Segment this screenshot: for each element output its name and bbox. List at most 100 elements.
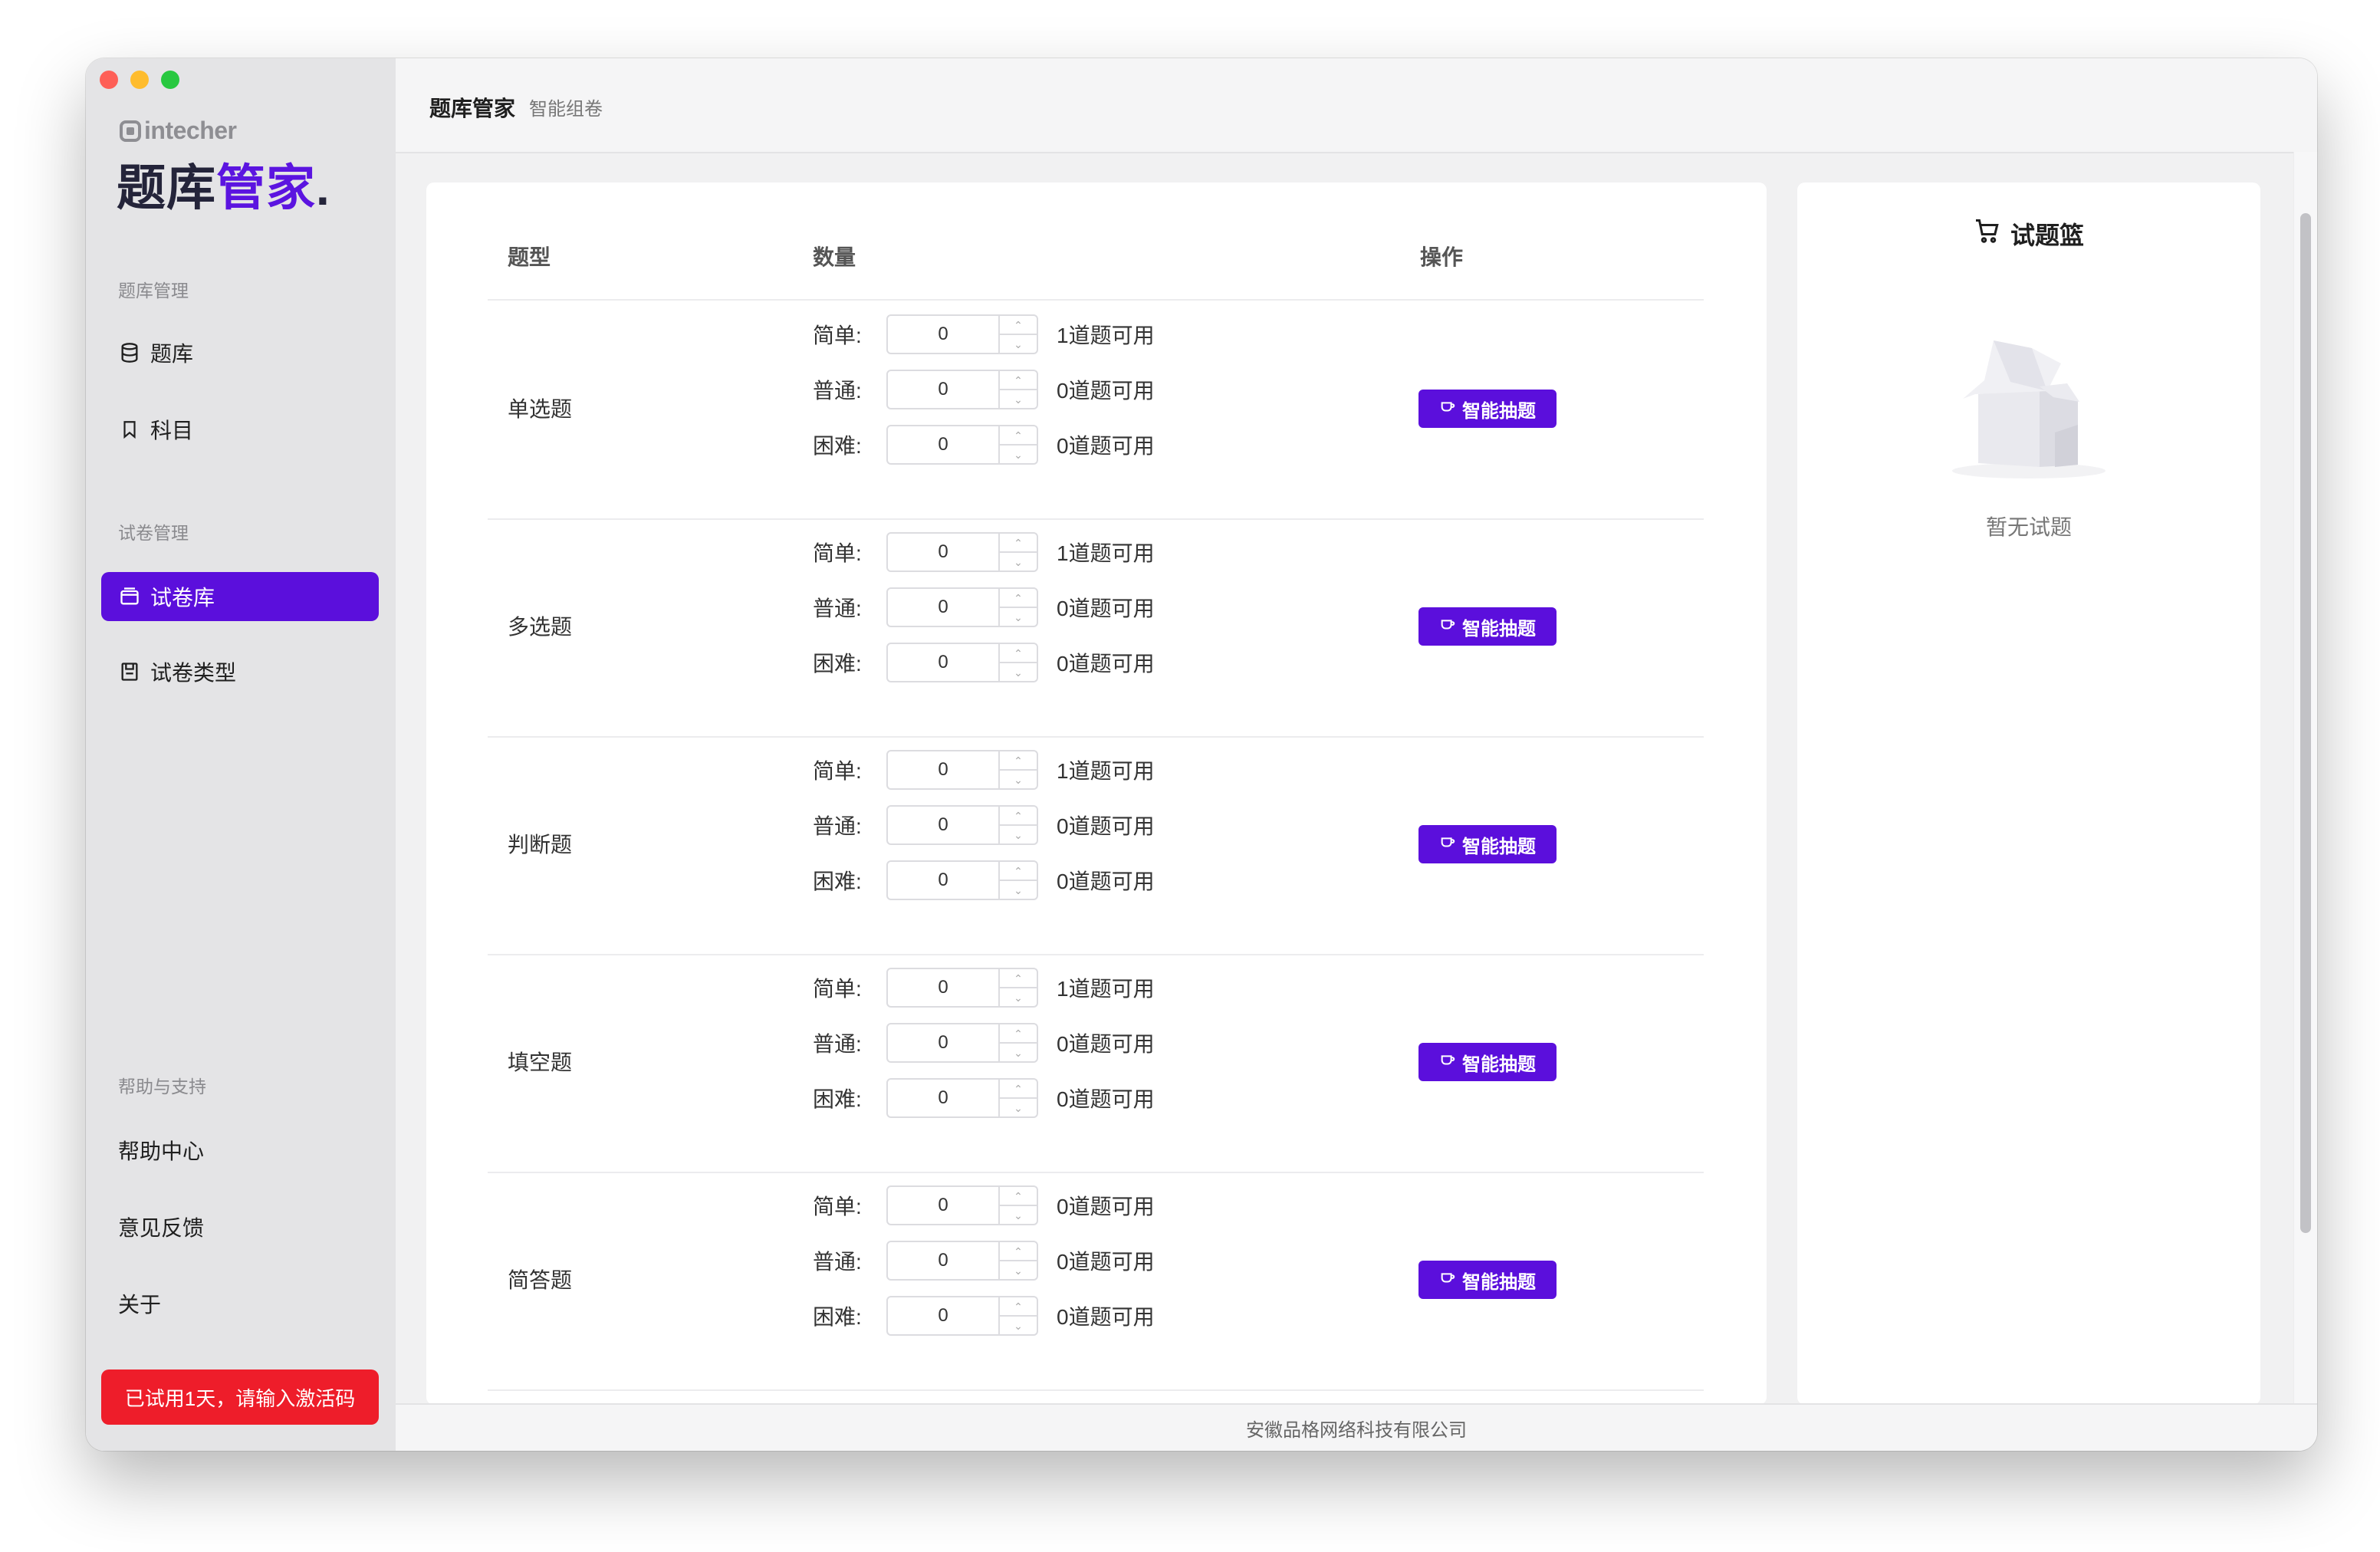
- chevron-up-icon[interactable]: ⌃: [1000, 1297, 1037, 1317]
- difficulty-level-row: 普通: 0 ⌃ ⌄ 0道题可用: [813, 805, 1155, 845]
- coffee-cup-icon: [1439, 1051, 1456, 1074]
- sidebar-item-question-bank[interactable]: 题库: [101, 328, 379, 377]
- close-window-button[interactable]: [100, 71, 118, 89]
- chevron-up-icon[interactable]: ⌃: [1000, 862, 1037, 881]
- coffee-cup-icon: [1439, 398, 1456, 420]
- quantity-stepper[interactable]: 0 ⌃ ⌄: [886, 860, 1038, 900]
- quantity-value[interactable]: 0: [888, 1297, 998, 1334]
- chevron-up-icon[interactable]: ⌃: [1000, 969, 1037, 988]
- database-icon: [118, 341, 141, 364]
- chevron-up-icon[interactable]: ⌃: [1000, 371, 1037, 390]
- quantity-stepper[interactable]: 0 ⌃ ⌄: [886, 587, 1038, 627]
- quantity-value[interactable]: 0: [888, 644, 998, 681]
- quantity-value[interactable]: 0: [888, 589, 998, 626]
- quantity-stepper[interactable]: 0 ⌃ ⌄: [886, 1296, 1038, 1336]
- chevron-down-icon[interactable]: ⌄: [1000, 988, 1037, 1006]
- sidebar-item-subject[interactable]: 科目: [101, 405, 379, 454]
- chevron-down-icon[interactable]: ⌄: [1000, 553, 1037, 570]
- chevron-down-icon[interactable]: ⌄: [1000, 1206, 1037, 1224]
- quantity-value[interactable]: 0: [888, 751, 998, 788]
- basket-header: 试题篮: [1797, 216, 2260, 252]
- quantity-value[interactable]: 0: [888, 1187, 998, 1224]
- chevron-down-icon[interactable]: ⌄: [1000, 1044, 1037, 1061]
- quantity-stepper[interactable]: 0 ⌃ ⌄: [886, 314, 1038, 354]
- quantity-stepper[interactable]: 0 ⌃ ⌄: [886, 805, 1038, 845]
- chevron-up-icon[interactable]: ⌃: [1000, 426, 1037, 446]
- quantity-value[interactable]: 0: [888, 534, 998, 570]
- chevron-up-icon[interactable]: ⌃: [1000, 1242, 1037, 1261]
- smart-draw-button[interactable]: 智能抽题: [1418, 1261, 1557, 1299]
- smart-draw-button[interactable]: 智能抽题: [1418, 1043, 1557, 1081]
- chevron-down-icon[interactable]: ⌄: [1000, 826, 1037, 843]
- sidebar-item-feedback[interactable]: 意见反馈: [118, 1212, 204, 1242]
- smart-draw-button[interactable]: 智能抽题: [1418, 390, 1557, 428]
- quantity-value[interactable]: 0: [888, 862, 998, 899]
- quantity-stepper[interactable]: 0 ⌃ ⌄: [886, 1241, 1038, 1281]
- chevron-down-icon[interactable]: ⌄: [1000, 335, 1037, 353]
- available-count: 0道题可用: [1057, 597, 1155, 620]
- difficulty-label: 简单:: [813, 1195, 862, 1218]
- quantity-stepper[interactable]: 0 ⌃ ⌄: [886, 425, 1038, 465]
- smart-draw-button[interactable]: 智能抽题: [1418, 825, 1557, 863]
- quantity-stepper[interactable]: 0 ⌃ ⌄: [886, 643, 1038, 682]
- quantity-stepper[interactable]: 0 ⌃ ⌄: [886, 750, 1038, 790]
- chevron-down-icon[interactable]: ⌄: [1000, 390, 1037, 408]
- difficulty-level-row: 简单: 0 ⌃ ⌄ 1道题可用: [813, 750, 1155, 790]
- chevron-up-icon[interactable]: ⌃: [1000, 751, 1037, 771]
- chevron-up-icon[interactable]: ⌃: [1000, 1187, 1037, 1206]
- chevron-up-icon[interactable]: ⌃: [1000, 1080, 1037, 1099]
- chevron-down-icon[interactable]: ⌄: [1000, 1317, 1037, 1334]
- scroll-thumb[interactable]: [2300, 213, 2311, 1233]
- wallet-icon: [118, 585, 141, 608]
- chevron-down-icon[interactable]: ⌄: [1000, 1261, 1037, 1279]
- vertical-scrollbar[interactable]: [2293, 152, 2317, 1405]
- quantity-value[interactable]: 0: [888, 969, 998, 1006]
- quantity-stepper[interactable]: 0 ⌃ ⌄: [886, 370, 1038, 409]
- quantity-value[interactable]: 0: [888, 1080, 998, 1116]
- chevron-up-icon[interactable]: ⌃: [1000, 807, 1037, 826]
- sidebar-item-paper-library[interactable]: 试卷库: [101, 572, 379, 621]
- chevron-down-icon[interactable]: ⌄: [1000, 608, 1037, 626]
- smart-draw-button[interactable]: 智能抽题: [1418, 607, 1557, 646]
- brand-part1: 题库: [117, 160, 216, 215]
- quantity-value[interactable]: 0: [888, 807, 998, 843]
- chevron-down-icon[interactable]: ⌄: [1000, 663, 1037, 681]
- difficulty-level-row: 普通: 0 ⌃ ⌄ 0道题可用: [813, 1023, 1155, 1063]
- quantity-value[interactable]: 0: [888, 316, 998, 353]
- quantity-value[interactable]: 0: [888, 426, 998, 463]
- sidebar-item-paper-type[interactable]: 试卷类型: [101, 647, 379, 696]
- difficulty-level-row: 简单: 0 ⌃ ⌄ 1道题可用: [813, 314, 1155, 354]
- chevron-down-icon[interactable]: ⌄: [1000, 771, 1037, 788]
- quantity-stepper[interactable]: 0 ⌃ ⌄: [886, 532, 1038, 572]
- sidebar-item-about[interactable]: 关于: [118, 1288, 161, 1319]
- question-type-name: 判断题: [508, 833, 573, 857]
- chevron-down-icon[interactable]: ⌄: [1000, 1099, 1037, 1116]
- chevron-down-icon[interactable]: ⌄: [1000, 446, 1037, 463]
- activation-button[interactable]: 已试用1天，请输入激活码: [101, 1370, 379, 1425]
- quantity-stepper[interactable]: 0 ⌃ ⌄: [886, 1185, 1038, 1225]
- quantity-value[interactable]: 0: [888, 371, 998, 408]
- quantity-stepper[interactable]: 0 ⌃ ⌄: [886, 1078, 1038, 1118]
- difficulty-label: 简单:: [813, 541, 862, 565]
- available-count: 0道题可用: [1057, 814, 1155, 838]
- quantity-stepper[interactable]: 0 ⌃ ⌄: [886, 968, 1038, 1008]
- column-header-action: 操作: [1420, 245, 1464, 269]
- difficulty-level-row: 困难: 0 ⌃ ⌄ 0道题可用: [813, 1078, 1155, 1118]
- chevron-up-icon[interactable]: ⌃: [1000, 534, 1037, 553]
- quantity-value[interactable]: 0: [888, 1024, 998, 1061]
- minimize-window-button[interactable]: [130, 71, 149, 89]
- quantity-value[interactable]: 0: [888, 1242, 998, 1279]
- chevron-up-icon[interactable]: ⌃: [1000, 589, 1037, 608]
- chevron-up-icon[interactable]: ⌃: [1000, 316, 1037, 335]
- quantity-stepper[interactable]: 0 ⌃ ⌄: [886, 1023, 1038, 1063]
- difficulty-label: 困难:: [813, 870, 862, 893]
- stepper-arrows: ⌃ ⌄: [998, 589, 1037, 626]
- stepper-arrows: ⌃ ⌄: [998, 807, 1037, 843]
- sidebar-item-help-center[interactable]: 帮助中心: [118, 1135, 204, 1166]
- stepper-arrows: ⌃ ⌄: [998, 969, 1037, 1006]
- chevron-up-icon[interactable]: ⌃: [1000, 644, 1037, 663]
- chevron-down-icon[interactable]: ⌄: [1000, 881, 1037, 899]
- table-header: 题型 数量 操作: [488, 232, 1704, 301]
- maximize-window-button[interactable]: [161, 71, 179, 89]
- chevron-up-icon[interactable]: ⌃: [1000, 1024, 1037, 1044]
